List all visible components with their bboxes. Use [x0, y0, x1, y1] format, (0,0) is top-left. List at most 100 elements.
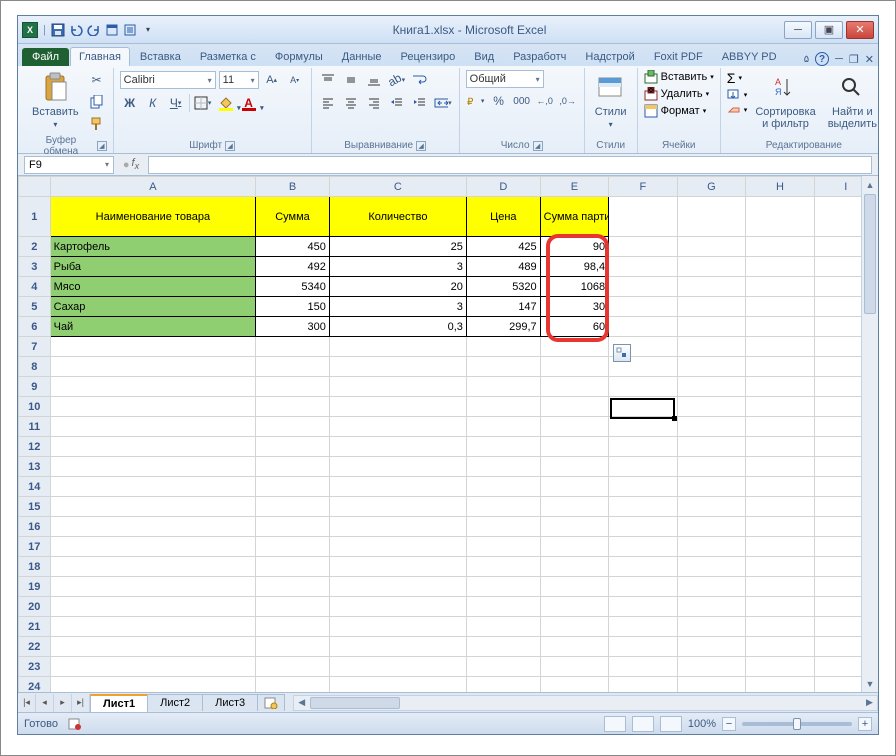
cell[interactable]: 450 — [256, 237, 330, 257]
ribbon-minimize-icon[interactable]: ۵ — [804, 54, 809, 65]
tab-review[interactable]: Рецензиро — [392, 47, 465, 66]
cell[interactable]: Рыба — [50, 257, 256, 277]
doc-close-icon[interactable]: ✕ — [865, 53, 874, 66]
cell[interactable] — [746, 257, 815, 277]
cell[interactable] — [466, 577, 540, 597]
maximize-button[interactable]: ▣ — [815, 21, 843, 39]
cell[interactable] — [329, 357, 466, 377]
cell[interactable] — [677, 557, 746, 577]
horizontal-scrollbar[interactable]: ◀ ▶ — [293, 695, 878, 711]
underline-icon[interactable]: Ч▾ — [166, 93, 186, 113]
cell[interactable] — [256, 337, 330, 357]
cut-icon[interactable]: ✂ — [87, 70, 107, 90]
cell[interactable] — [50, 677, 256, 693]
cell[interactable] — [540, 617, 609, 637]
cell[interactable] — [466, 337, 540, 357]
cell[interactable] — [677, 457, 746, 477]
cell[interactable] — [677, 617, 746, 637]
cell[interactable] — [50, 397, 256, 417]
cell[interactable] — [677, 597, 746, 617]
row-header[interactable]: 15 — [19, 497, 51, 517]
decrease-indent-icon[interactable] — [387, 93, 407, 113]
scroll-down-icon[interactable]: ▼ — [862, 675, 878, 692]
cell[interactable] — [677, 677, 746, 693]
autosum-button[interactable]: Σ▾ — [727, 70, 748, 86]
align-right-icon[interactable] — [364, 93, 384, 113]
cell[interactable] — [746, 497, 815, 517]
tab-insert[interactable]: Вставка — [131, 47, 190, 66]
cell[interactable] — [746, 357, 815, 377]
cell[interactable] — [50, 497, 256, 517]
cell[interactable] — [466, 617, 540, 637]
cell[interactable] — [609, 457, 678, 477]
cell[interactable] — [746, 597, 815, 617]
cell[interactable] — [329, 497, 466, 517]
tab-addins[interactable]: Надстрой — [576, 47, 643, 66]
cell[interactable] — [540, 377, 609, 397]
cell[interactable] — [609, 257, 678, 277]
view-pagebreak-icon[interactable] — [660, 716, 682, 732]
cell[interactable] — [746, 237, 815, 257]
zoom-in-button[interactable]: + — [858, 717, 872, 731]
cell[interactable] — [540, 517, 609, 537]
cell[interactable] — [540, 637, 609, 657]
cell[interactable] — [50, 517, 256, 537]
dialog-launcher-icon[interactable]: ◢ — [416, 141, 426, 151]
cell[interactable] — [50, 657, 256, 677]
cell[interactable] — [329, 477, 466, 497]
cell[interactable] — [540, 477, 609, 497]
row-header[interactable]: 5 — [19, 297, 51, 317]
cell[interactable] — [609, 517, 678, 537]
row-header[interactable]: 4 — [19, 277, 51, 297]
cell[interactable] — [609, 657, 678, 677]
cell[interactable] — [466, 477, 540, 497]
cell[interactable]: 3 — [329, 257, 466, 277]
cell[interactable] — [677, 537, 746, 557]
cell[interactable]: Картофель — [50, 237, 256, 257]
column-header[interactable]: D — [466, 177, 540, 197]
cell[interactable] — [329, 677, 466, 693]
table-header-cell[interactable]: Цена — [466, 197, 540, 237]
cell[interactable] — [746, 577, 815, 597]
cell[interactable] — [329, 597, 466, 617]
cell[interactable]: Мясо — [50, 277, 256, 297]
cell[interactable] — [746, 297, 815, 317]
cell[interactable]: 1068 — [540, 277, 609, 297]
cell[interactable] — [609, 497, 678, 517]
scroll-thumb[interactable] — [310, 697, 400, 709]
cell[interactable] — [677, 577, 746, 597]
cell[interactable] — [329, 617, 466, 637]
sheet-tab[interactable]: Лист2 — [147, 694, 203, 711]
cell[interactable] — [677, 437, 746, 457]
cell[interactable] — [256, 597, 330, 617]
cell[interactable] — [50, 377, 256, 397]
cell[interactable] — [466, 497, 540, 517]
clear-button[interactable]: ▾ — [727, 104, 748, 116]
cell[interactable] — [466, 557, 540, 577]
cell[interactable] — [256, 637, 330, 657]
currency-icon[interactable]: ₽▾ — [466, 91, 486, 111]
cell[interactable] — [609, 557, 678, 577]
file-tab[interactable]: Файл — [22, 48, 69, 66]
cell[interactable] — [540, 497, 609, 517]
cell[interactable] — [609, 437, 678, 457]
cell[interactable] — [50, 337, 256, 357]
comma-icon[interactable]: 000 — [512, 91, 532, 111]
cell[interactable] — [329, 417, 466, 437]
fill-button[interactable]: ▾ — [727, 89, 748, 101]
cell[interactable] — [50, 537, 256, 557]
tab-abbyy[interactable]: ABBYY PD — [713, 47, 786, 66]
save-icon[interactable] — [51, 23, 65, 37]
cell[interactable] — [466, 517, 540, 537]
cell[interactable] — [329, 437, 466, 457]
doc-restore-icon[interactable]: ❐ — [849, 53, 859, 66]
row-header[interactable]: 10 — [19, 397, 51, 417]
cell[interactable] — [746, 677, 815, 693]
cell[interactable]: 299,7 — [466, 317, 540, 337]
cell[interactable] — [677, 277, 746, 297]
cell[interactable]: 25 — [329, 237, 466, 257]
qat-item-icon[interactable] — [105, 23, 119, 37]
table-header-cell[interactable]: Сумма партии — [540, 197, 609, 237]
tab-view[interactable]: Вид — [465, 47, 503, 66]
dialog-launcher-icon[interactable]: ◢ — [533, 141, 543, 151]
